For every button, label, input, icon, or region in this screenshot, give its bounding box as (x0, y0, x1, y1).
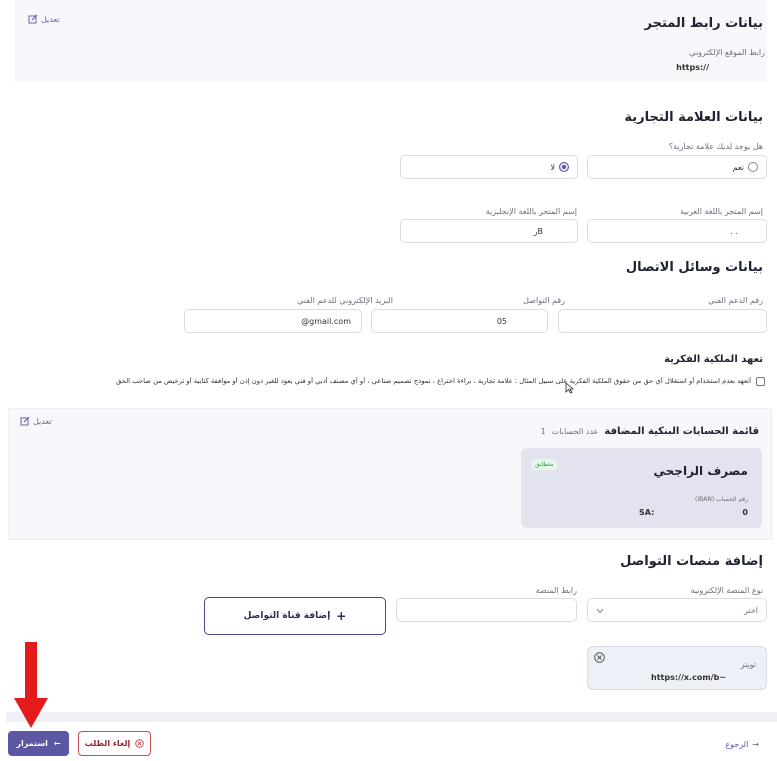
iban-prefix: SA: (639, 508, 655, 517)
status-badge: متطابق (531, 459, 558, 470)
bank-count-label: عدد الحسابات (551, 427, 599, 436)
cancel-request-button[interactable]: إلغاء الطلب (78, 731, 151, 756)
iban-end: 0 (742, 508, 748, 517)
store-url-value: https:// (676, 63, 709, 72)
bank-title: قائمة الحسابات البنكية المضافة (604, 426, 759, 437)
add-channel-label: إضافة قناة التواصل (243, 611, 331, 621)
edit-icon (20, 416, 30, 426)
contact-phone-input[interactable]: 05 (371, 309, 548, 333)
name-en-input[interactable]: رB (400, 219, 578, 243)
radio-yes[interactable] (748, 162, 758, 172)
social-card-platform: تويتر (740, 660, 756, 669)
ip-title: تعهد الملكية الفكرية (664, 354, 763, 365)
chevron-down-icon (596, 608, 604, 614)
brand-question: هل يوجد لديك علامة تجارية؟ (668, 142, 763, 151)
brand-title: بيانات العلامة التجارية (624, 110, 763, 125)
iban-label: رقم الحساب (IBAN) (695, 496, 748, 503)
name-ar-input[interactable]: . . (587, 219, 767, 243)
arrow-left-icon: ← (53, 739, 61, 748)
social-card[interactable]: تويتر https://x.com/b~ (587, 646, 767, 690)
edit-label: تعديل (41, 14, 60, 24)
ip-pledge-checkbox[interactable] (756, 377, 765, 386)
contact-title: بيانات وسائل الاتصال (625, 260, 763, 275)
support-email-label: البريد الإلكتروني للدعم الفني (297, 296, 393, 305)
footer-divider (6, 712, 777, 722)
cancel-circle-icon (135, 739, 145, 748)
name-ar-label: إسم المتجر باللغة العربية (680, 207, 763, 216)
back-link[interactable]: → الرجوع (725, 740, 759, 749)
continue-button[interactable]: استمرار ← (8, 731, 69, 756)
bank-count-value: 1 (540, 427, 546, 436)
arrow-right-icon: → (752, 740, 759, 749)
continue-label: استمرار (16, 739, 48, 748)
platform-type-select[interactable]: اختر (587, 598, 767, 622)
name-en-value: رB (533, 227, 543, 236)
edit-icon (28, 14, 38, 24)
social-title: إضافة منصات التواصل (620, 554, 763, 569)
bank-edit-button[interactable]: تعديل (20, 416, 52, 426)
plus-icon: + (336, 609, 347, 623)
ip-pledge-text: أتعهد بعدم استخدام أو استغلال أي حق من ح… (116, 377, 751, 385)
annotation-arrow-icon (14, 642, 48, 728)
support-phone-input[interactable] (558, 309, 767, 333)
platform-link-input[interactable] (396, 598, 577, 622)
brand-option-yes[interactable]: نعم (587, 155, 767, 179)
platform-link-label: رابط المنصة (535, 586, 577, 595)
store-link-title: بيانات رابط المتجر (644, 16, 763, 31)
store-link-edit-button[interactable]: تعديل (28, 14, 60, 24)
support-email-input[interactable]: @gmail.com (184, 309, 362, 333)
back-label: الرجوع (725, 740, 749, 749)
add-channel-button[interactable]: إضافة قناة التواصل + (204, 597, 386, 635)
option-yes-label: نعم (732, 163, 744, 172)
edit-label: تعديل (33, 416, 52, 426)
platform-type-label: نوع المنصة الإلكترونية (690, 586, 763, 595)
bank-card[interactable]: متطابق مصرف الراجحي رقم الحساب (IBAN) SA… (521, 448, 762, 528)
support-email-value: @gmail.com (301, 317, 351, 326)
platform-type-placeholder: اختر (744, 606, 758, 615)
contact-phone-value: 05 (496, 317, 507, 326)
store-link-section (14, 0, 767, 82)
brand-option-no[interactable]: لا (400, 155, 578, 179)
cancel-label: إلغاء الطلب (84, 739, 131, 748)
close-icon[interactable] (594, 652, 605, 663)
option-no-label: لا (550, 163, 555, 172)
name-ar-value: . . (730, 227, 738, 236)
support-phone-label: رقم الدعم الفني (708, 296, 763, 305)
mouse-cursor-icon (565, 382, 574, 394)
contact-phone-label: رقم التواصل (523, 296, 565, 305)
store-url-label: رابط الموقع الإلكتروني (689, 48, 765, 57)
name-en-label: إسم المتجر باللغة الإنجليزية (485, 207, 577, 216)
radio-no[interactable] (559, 162, 569, 172)
bank-header: قائمة الحسابات البنكية المضافة عدد الحسا… (541, 426, 759, 437)
bank-name: مصرف الراجحي (653, 464, 748, 478)
social-card-url: https://x.com/b~ (651, 673, 726, 682)
